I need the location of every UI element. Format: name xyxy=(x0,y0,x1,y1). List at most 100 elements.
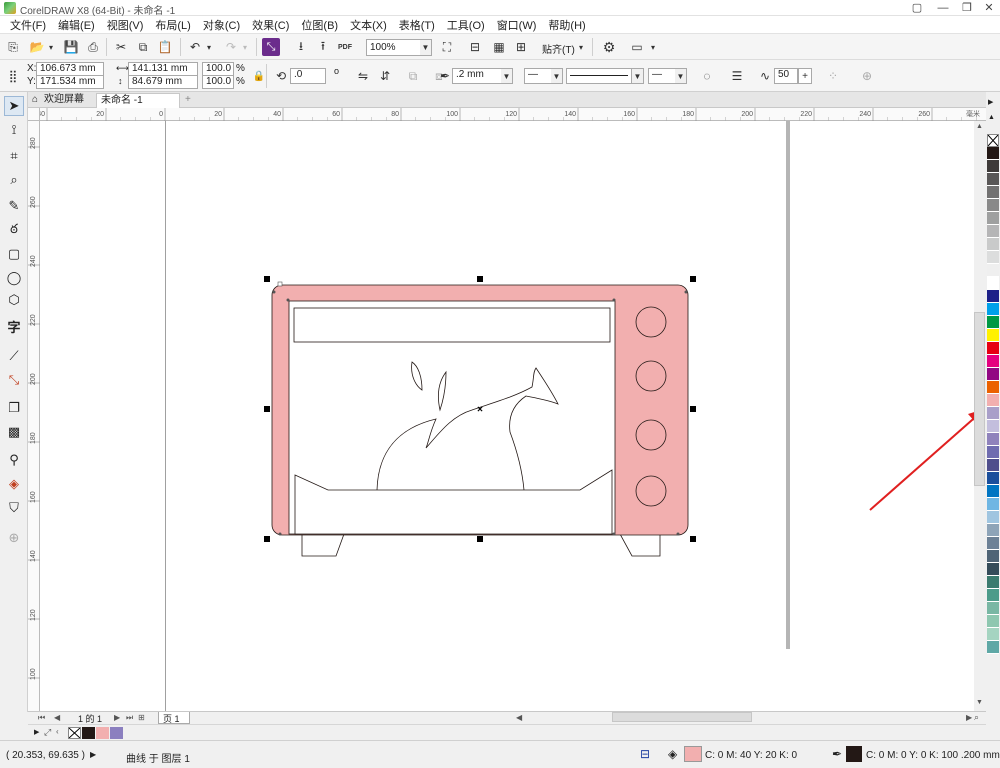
interactive-fill-tool-icon[interactable]: ◈ xyxy=(4,474,24,494)
zoom-nav-icon[interactable]: ⌕ xyxy=(974,712,979,723)
palette-color-swatch[interactable] xyxy=(987,446,999,459)
palette-color-swatch[interactable] xyxy=(987,251,999,264)
prev-page-icon[interactable]: ◀ xyxy=(54,713,60,722)
menu-bitmaps[interactable]: 位图(B) xyxy=(295,17,344,33)
menu-text[interactable]: 文本(X) xyxy=(344,17,393,33)
show-guidelines-icon[interactable]: ⊞ xyxy=(512,38,530,56)
palette-color-swatch[interactable] xyxy=(987,394,999,407)
scroll-up-icon[interactable]: ▲ xyxy=(976,123,983,130)
palette-color-swatch[interactable] xyxy=(987,602,999,615)
palette-color-swatch[interactable] xyxy=(987,290,999,303)
palette-color-swatch[interactable] xyxy=(987,225,999,238)
launcher-dropdown-icon[interactable]: ▾ xyxy=(648,38,658,56)
menu-view[interactable]: 视图(V) xyxy=(101,17,150,33)
menu-edit[interactable]: 编辑(E) xyxy=(52,17,101,33)
tab-welcome-screen[interactable]: ⌂ 欢迎屏幕 xyxy=(30,93,96,108)
save-icon[interactable]: 💾 xyxy=(62,38,80,56)
snap-to-dropdown[interactable]: 贴齐(T) xyxy=(542,41,575,56)
fill-bucket-icon[interactable]: ◈ xyxy=(668,747,677,761)
ellipse-tool-icon[interactable]: ◯ xyxy=(4,268,24,288)
palette-color-swatch[interactable] xyxy=(987,498,999,511)
publish-pdf-icon[interactable]: PDF xyxy=(336,38,354,56)
rotation-angle-field[interactable]: .0 xyxy=(290,68,326,84)
outline-width-field[interactable]: .2 mm xyxy=(452,68,502,84)
palette-color-swatch[interactable] xyxy=(987,550,999,563)
palette-color-swatch[interactable] xyxy=(987,615,999,628)
horizontal-scroll-thumb[interactable] xyxy=(612,712,752,722)
end-arrowhead-dropdown-icon[interactable]: ▼ xyxy=(675,68,687,84)
search-content-icon[interactable]: ⤡ xyxy=(262,38,280,56)
palette-color-swatch[interactable] xyxy=(987,628,999,641)
palette-color-swatch[interactable] xyxy=(987,173,999,186)
scale-x-field[interactable]: 100.0 xyxy=(202,62,234,76)
full-screen-icon[interactable]: ⛶ xyxy=(438,38,456,56)
color-proof-icon[interactable]: ⊟ xyxy=(640,747,650,761)
palette-color-swatch[interactable] xyxy=(987,264,999,277)
close-button[interactable]: ✕ xyxy=(976,0,1000,16)
object-origin-icon[interactable]: ⣿ xyxy=(4,67,22,85)
menu-object[interactable]: 对象(C) xyxy=(197,17,246,33)
status-expand-icon[interactable]: ▶ xyxy=(90,750,96,759)
eyedropper-tool-icon[interactable]: ⚲ xyxy=(4,450,24,470)
drawing-canvas[interactable] xyxy=(40,121,974,711)
zoom-level-field[interactable]: 100% xyxy=(366,39,424,56)
line-style-dropdown-icon[interactable]: ▼ xyxy=(632,68,644,84)
print-icon[interactable]: ⎙ xyxy=(84,38,102,56)
palette-color-swatch[interactable] xyxy=(987,186,999,199)
outline-width-dropdown-icon[interactable]: ▼ xyxy=(501,68,513,84)
palette-color-swatch[interactable] xyxy=(987,316,999,329)
doc-swatch-pink[interactable] xyxy=(96,727,109,739)
palette-color-swatch[interactable] xyxy=(987,589,999,602)
export-icon[interactable]: ⭱ xyxy=(314,38,332,56)
menu-help[interactable]: 帮助(H) xyxy=(542,17,591,33)
add-property-icon[interactable]: ⊕ xyxy=(858,67,876,85)
palette-color-swatch[interactable] xyxy=(987,472,999,485)
text-tool-icon[interactable]: 字 xyxy=(4,316,24,336)
next-page-icon[interactable]: ▶ xyxy=(114,713,120,722)
scale-y-field[interactable]: 100.0 xyxy=(202,75,234,89)
zoom-dropdown-icon[interactable]: ▼ xyxy=(420,39,432,56)
application-launcher-icon[interactable]: ▭ xyxy=(628,38,646,56)
cut-icon[interactable]: ✂ xyxy=(112,38,130,56)
palette-color-swatch[interactable] xyxy=(987,160,999,173)
palette-menu-icon[interactable]: ▲ xyxy=(988,114,995,121)
menu-layout[interactable]: 布局(L) xyxy=(149,17,196,33)
open-dropdown-icon[interactable]: ▾ xyxy=(46,38,56,56)
palette-color-swatch[interactable] xyxy=(987,524,999,537)
palette-color-swatch[interactable] xyxy=(987,147,999,160)
menu-effects[interactable]: 效果(C) xyxy=(246,17,295,33)
fill-color-swatch[interactable] xyxy=(684,746,702,762)
options-gear-icon[interactable]: ⚙ xyxy=(600,38,618,56)
open-folder-icon[interactable]: 📂 xyxy=(28,38,46,56)
text-wrap-icon[interactable]: ☰ xyxy=(728,67,746,85)
palette-color-swatch[interactable] xyxy=(987,511,999,524)
doc-swatch-none[interactable] xyxy=(68,727,81,739)
show-grid-icon[interactable]: ▦ xyxy=(490,38,508,56)
start-arrowhead-select[interactable]: — xyxy=(524,68,552,84)
palette-color-swatch[interactable] xyxy=(987,433,999,446)
palette-color-swatch[interactable] xyxy=(987,537,999,550)
zoom-tool-icon[interactable]: ⌕ xyxy=(4,170,24,190)
palette-color-swatch[interactable] xyxy=(987,355,999,368)
ruler-origin[interactable] xyxy=(28,108,40,121)
shape-tool-icon[interactable]: ⟟ xyxy=(4,120,24,140)
smoothing-slider-icon[interactable]: + xyxy=(798,68,812,84)
minimize-button[interactable]: — xyxy=(930,0,956,16)
drop-shadow-tool-icon[interactable]: ❐ xyxy=(4,398,24,418)
crop-tool-icon[interactable]: ⌗ xyxy=(4,146,24,166)
menu-file[interactable]: 文件(F) xyxy=(4,17,52,33)
restore-down-icon[interactable]: ▢ xyxy=(904,0,930,16)
artistic-media-tool-icon[interactable]: ఠ xyxy=(4,220,24,240)
page-tab[interactable]: 页 1 xyxy=(158,712,190,724)
palette-color-swatch[interactable] xyxy=(987,563,999,576)
pick-tool-icon[interactable]: ➤ xyxy=(4,96,24,116)
start-arrowhead-dropdown-icon[interactable]: ▼ xyxy=(551,68,563,84)
smart-fill-tool-icon[interactable]: ⛉ xyxy=(4,498,24,518)
end-arrowhead-select[interactable]: — xyxy=(648,68,676,84)
palette-color-swatch[interactable] xyxy=(987,238,999,251)
outline-pen-status-icon[interactable]: ✒ xyxy=(832,747,842,761)
palette-color-swatch[interactable] xyxy=(987,641,999,654)
undo-dropdown-icon[interactable]: ▾ xyxy=(204,38,214,56)
first-page-icon[interactable]: ⏮ xyxy=(38,713,45,723)
palette-color-swatch[interactable] xyxy=(987,199,999,212)
